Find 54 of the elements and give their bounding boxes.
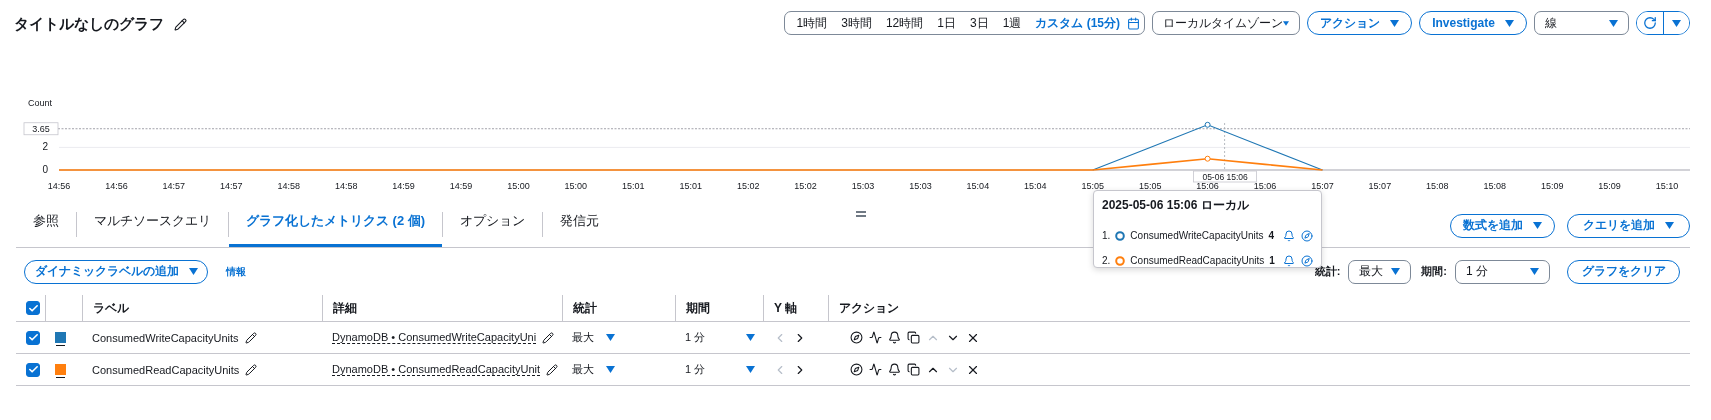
- x-tick-label: 15:03: [909, 181, 932, 191]
- y-axis-label: Count: [28, 98, 53, 108]
- x-tick-label: 15:07: [1368, 181, 1392, 191]
- tooltip-series-name: ConsumedWriteCapacityUnits: [1130, 230, 1264, 241]
- x-tick-label: 15:08: [1426, 181, 1449, 191]
- stat-label: 統計:: [1314, 264, 1341, 279]
- x-tick-label: 15:09: [1540, 181, 1564, 191]
- tooltip-index: 1.: [1102, 230, 1111, 241]
- column-header: Y 軸: [774, 299, 798, 317]
- x-tick-label: 14:57: [220, 181, 243, 191]
- reference-line: 3.65: [23, 122, 1691, 136]
- x-tick-label: 14:57: [162, 181, 186, 191]
- x-tick-label: 15:01: [622, 181, 645, 191]
- ref-line-label: 05-06 15:06: [1202, 171, 1249, 182]
- x-tick-label: 14:58: [334, 181, 358, 191]
- metric-label: ConsumedReadCapacityUnits: [92, 363, 240, 376]
- x-tick-label: 14:56: [105, 181, 128, 191]
- x-tick-label: 15:03: [851, 181, 875, 191]
- x-tick-label: 15:07: [1311, 181, 1334, 191]
- column-header: 統計: [573, 299, 597, 317]
- x-tick-label: 15:05: [1081, 181, 1104, 191]
- tooltip-series-name: ConsumedReadCapacityUnits: [1130, 255, 1265, 266]
- tooltip-value: 1: [1269, 255, 1275, 266]
- x-tick-label: 15:04: [1024, 181, 1047, 191]
- column-header: アクション: [839, 299, 899, 317]
- x-tick-label: 15:04: [966, 181, 990, 191]
- x-tick-label: 15:08: [1483, 181, 1506, 191]
- x-tick-label: 15:06: [1253, 181, 1277, 191]
- tooltip-index: 2.: [1102, 255, 1111, 266]
- x-tick-label: 15:02: [794, 181, 817, 191]
- x-tick-label: 15:00: [564, 181, 588, 191]
- metric-label: ConsumedWriteCapacityUnits: [92, 331, 239, 344]
- tooltip-title: 2025-05-06 15:06 ローカル: [1102, 197, 1250, 214]
- x-tick-label: 15:05: [1138, 181, 1162, 191]
- x-tick-label: 15:09: [1598, 181, 1621, 191]
- x-tick-label: 15:02: [736, 181, 760, 191]
- graph-title: タイトルなしのグラフ: [14, 14, 164, 34]
- ref-line-label: 3.65: [32, 124, 50, 135]
- y-tick-label: 0: [42, 164, 48, 175]
- tooltip-value: 4: [1268, 230, 1275, 241]
- x-tick-label: 14:59: [392, 181, 415, 191]
- column-header: ラベル: [93, 299, 129, 317]
- x-tick-label: 15:00: [507, 181, 530, 191]
- column-header: 詳細: [333, 299, 357, 317]
- x-tick-label: 14:58: [277, 181, 300, 191]
- x-tick-label: 15:06: [1196, 181, 1219, 191]
- x-tick-label: 15:01: [679, 181, 702, 191]
- x-tick-label: 14:59: [449, 181, 473, 191]
- y-tick-label: 2: [42, 141, 48, 153]
- x-tick-label: 14:56: [47, 181, 71, 191]
- x-tick-label: 15:10: [1655, 181, 1679, 191]
- column-header: 期間: [686, 299, 710, 317]
- reference-line: 05-06 15:06: [1193, 122, 1257, 183]
- period-label: 期間:: [1421, 264, 1447, 279]
